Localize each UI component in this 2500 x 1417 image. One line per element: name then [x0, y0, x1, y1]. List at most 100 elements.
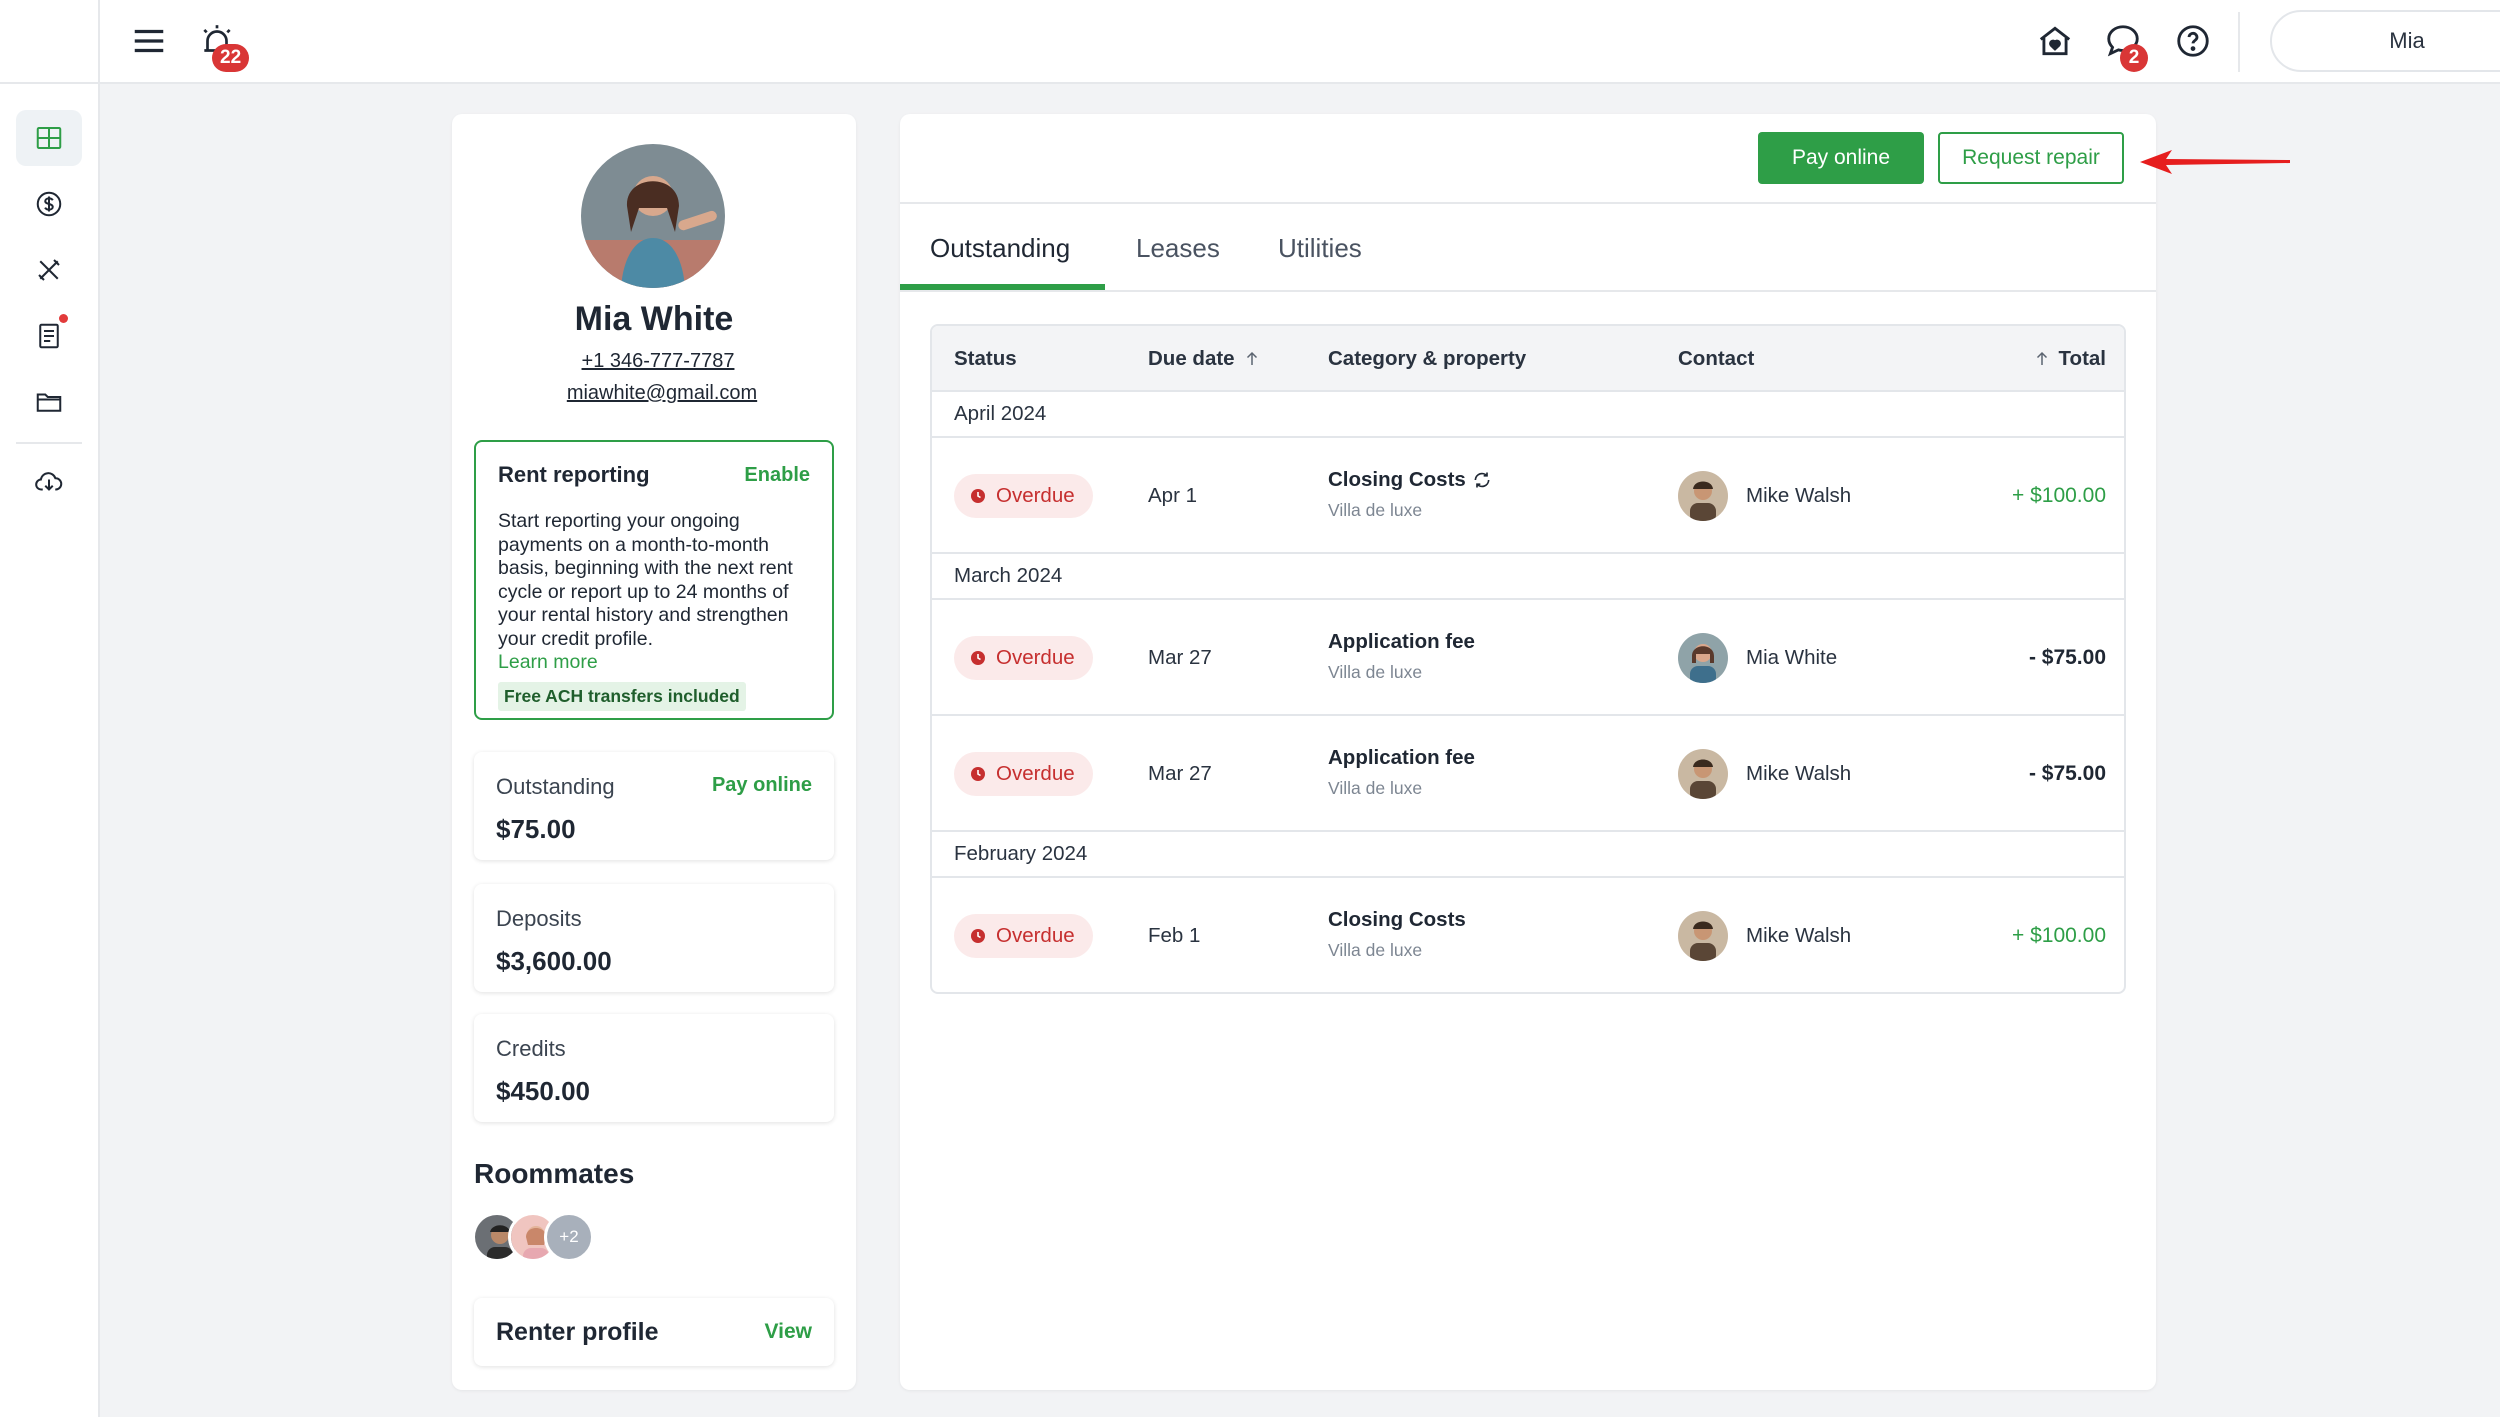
row-total: - $75.00 [2028, 762, 2106, 785]
row-total: + $100.00 [2011, 924, 2106, 947]
tab-bar: Outstanding Leases Utilities [900, 204, 2156, 292]
due-date: Feb 1 [1148, 924, 1201, 947]
user-name: Mia [2389, 28, 2425, 53]
cloud-download-icon [35, 472, 63, 491]
contact-avatar [1678, 471, 1728, 521]
learn-more-link[interactable]: Learn more [498, 651, 810, 674]
rail-divider [16, 442, 82, 444]
rail-item-payments[interactable] [16, 176, 82, 232]
rail-item-documents[interactable] [16, 308, 82, 364]
column-header-category[interactable]: Category & property [1328, 326, 1526, 392]
property-name: Villa de luxe [1328, 940, 1423, 960]
renter-profile-label: Renter profile [496, 1318, 659, 1346]
alarm-button[interactable]: 22 [194, 18, 250, 72]
category-cell: Application fee Villa de luxe [1328, 746, 1475, 799]
due-date: Apr 1 [1148, 484, 1197, 507]
tab-outstanding[interactable]: Outstanding [930, 204, 1070, 292]
deposits-label: Deposits [496, 906, 582, 931]
rail-item-maintenance[interactable] [16, 242, 82, 298]
status-label: Overdue [996, 646, 1075, 669]
rent-reporting-card: Rent reporting Enable Start reporting yo… [474, 440, 834, 720]
renter-profile-view-link[interactable]: View [765, 1320, 812, 1344]
transactions-table: Status Due date Category & property Cont… [930, 324, 2126, 994]
status-label: Overdue [996, 484, 1075, 507]
table-row[interactable]: Overdue Mar 27 Application fee Villa de … [932, 600, 2124, 716]
profile-email-link[interactable]: miawhite@gmail.com [452, 382, 856, 405]
roommates-more[interactable]: +2 [544, 1212, 594, 1262]
home-button[interactable] [2032, 18, 2078, 64]
month-group-header: April 2024 [932, 392, 2124, 438]
contact-name: Mike Walsh [1746, 924, 1852, 947]
status-label: Overdue [996, 762, 1075, 785]
help-icon [2177, 25, 2209, 57]
home-heart-icon [2039, 26, 2071, 56]
pay-online-button[interactable]: Pay online [1758, 132, 1924, 184]
outstanding-value: $75.00 [496, 814, 576, 844]
rail-item-dashboard[interactable] [16, 110, 82, 166]
profile-phone-link[interactable]: +1 346-777-7787 [452, 350, 856, 373]
left-rail [0, 0, 100, 1417]
main-panel: Pay online Request repair Outstanding Le… [900, 114, 2156, 1390]
table-row[interactable]: Overdue Mar 27 Application fee Villa de … [932, 716, 2124, 832]
tab-leases[interactable]: Leases [1136, 204, 1220, 292]
profile-card: Mia White +1 346-777-7787 miawhite@gmail… [452, 114, 856, 1390]
property-name: Villa de luxe [1328, 500, 1423, 520]
column-header-label: Due date [1148, 347, 1235, 370]
tab-utilities[interactable]: Utilities [1278, 204, 1362, 292]
deposits-card: Deposits $3,600.00 [474, 884, 834, 992]
contact-cell: Mike Walsh [1678, 908, 1851, 964]
rail-item-download[interactable] [16, 454, 82, 510]
sort-arrow-up-icon [1246, 351, 1257, 365]
rail-item-files[interactable] [16, 374, 82, 430]
contact-cell: Mia White [1678, 630, 1837, 686]
outstanding-card: Outstanding Pay online $75.00 [474, 752, 834, 860]
column-header-contact[interactable]: Contact [1678, 326, 1754, 392]
column-header-label: Category & property [1328, 347, 1527, 370]
contact-name: Mia White [1746, 646, 1838, 669]
dollar-icon [36, 191, 62, 217]
category-name: Closing Costs [1328, 908, 1466, 931]
unread-dot [59, 314, 68, 323]
active-tab-indicator [900, 284, 1105, 290]
due-date: Mar 27 [1148, 646, 1212, 669]
category-cell: Closing Costs Villa de luxe [1328, 468, 1492, 521]
column-header-due-date[interactable]: Due date [1148, 326, 1269, 392]
contact-name: Mike Walsh [1746, 484, 1852, 507]
contact-cell: Mike Walsh [1678, 468, 1851, 524]
status-badge: Overdue [954, 474, 1093, 518]
month-group-header: March 2024 [932, 554, 2124, 600]
help-button[interactable] [2170, 18, 2216, 64]
tools-icon [38, 259, 60, 281]
messages-button[interactable]: 2 [2100, 18, 2148, 72]
credits-label: Credits [496, 1036, 566, 1061]
user-menu[interactable]: Mia [2270, 10, 2500, 72]
notifications-badge: 22 [212, 44, 250, 72]
deposits-value: $3,600.00 [496, 946, 612, 976]
profile-avatar [581, 144, 725, 288]
status-badge: Overdue [954, 636, 1093, 680]
outstanding-pay-online-link[interactable]: Pay online [712, 774, 812, 797]
table-row[interactable]: Overdue Apr 1 Closing Costs Villa de lux… [932, 438, 2124, 554]
category-name: Application fee [1328, 630, 1475, 653]
category-cell: Closing Costs Villa de luxe [1328, 908, 1466, 961]
menu-button[interactable] [126, 18, 172, 64]
outstanding-label: Outstanding [496, 774, 615, 799]
document-icon [39, 323, 59, 349]
category-cell: Application fee Villa de luxe [1328, 630, 1475, 683]
rent-reporting-enable-link[interactable]: Enable [744, 464, 810, 487]
contact-avatar [1678, 749, 1728, 799]
month-group-header: February 2024 [932, 832, 2124, 878]
request-repair-button[interactable]: Request repair [1938, 132, 2124, 184]
column-header-status[interactable]: Status [954, 326, 1017, 392]
status-badge: Overdue [954, 914, 1093, 958]
contact-avatar [1678, 911, 1728, 961]
category-name: Application fee [1328, 746, 1475, 769]
ach-badge: Free ACH transfers included [498, 682, 746, 711]
column-header-total[interactable]: Total [2025, 326, 2106, 392]
clock-icon [971, 651, 985, 665]
clock-icon [971, 767, 985, 781]
annotation-arrow-icon [2140, 150, 2290, 174]
credits-value: $450.00 [496, 1076, 590, 1106]
due-date: Mar 27 [1148, 762, 1212, 785]
table-row[interactable]: Overdue Feb 1 Closing Costs Villa de lux… [932, 878, 2124, 992]
